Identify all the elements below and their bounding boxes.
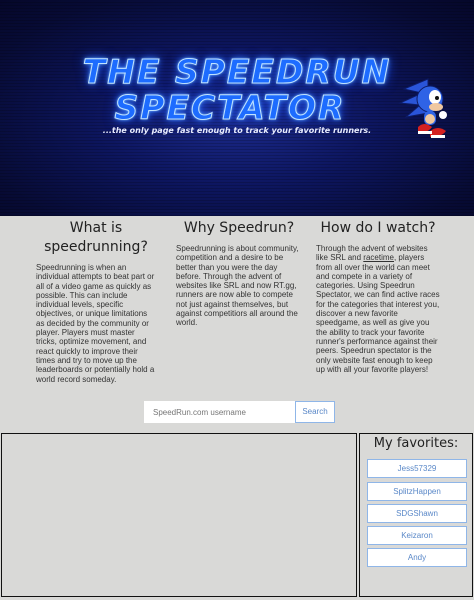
how-to-watch-text: Through the advent of websites like SRL … [316,244,440,374]
info-section: What is speedrunning? Speedrunning is wh… [0,216,474,432]
racetime-link[interactable]: racetime [363,253,394,262]
why-speedrun-text: Speedrunning is about community, competi… [176,244,299,328]
how-to-watch-text-post: , players from all over the world can me… [316,253,440,374]
favorite-runner-button[interactable]: Jess57329 [367,459,467,478]
site-title-line2: SPECTATOR [114,88,346,128]
sonic-mascot-icon [398,78,447,138]
why-speedrun-heading: Why Speedrun? [183,220,295,236]
what-is-speedrunning-heading: What is speedrunning? [44,220,148,255]
stream-viewer-panel [1,433,357,597]
favorite-runner-button[interactable]: Keizaron [367,526,467,545]
favorites-panel: My favorites: Jess57329 SplitzHappen SDG… [359,433,473,597]
search-button[interactable]: Search [295,401,335,423]
what-is-speedrunning-text: Speedrunning is when an individual attem… [36,263,155,384]
favorite-runner-button[interactable]: Andy [367,548,467,567]
favorite-runner-button[interactable]: SDGShawn [367,504,467,523]
what-is-speedrunning-column: What is speedrunning? Speedrunning is wh… [36,219,156,384]
favorite-runner-button[interactable]: SplitzHappen [367,482,467,501]
username-search-input[interactable] [144,401,295,423]
why-speedrun-column: Why Speedrun? Speedrunning is about comm… [176,219,302,328]
hero-banner: THE SPEEDRUN SPECTATOR ...the only page … [0,0,474,216]
how-to-watch-heading: How do I watch? [320,220,436,236]
favorites-title: My favorites: [373,436,459,451]
how-to-watch-column: How do I watch? Through the advent of we… [316,219,440,374]
